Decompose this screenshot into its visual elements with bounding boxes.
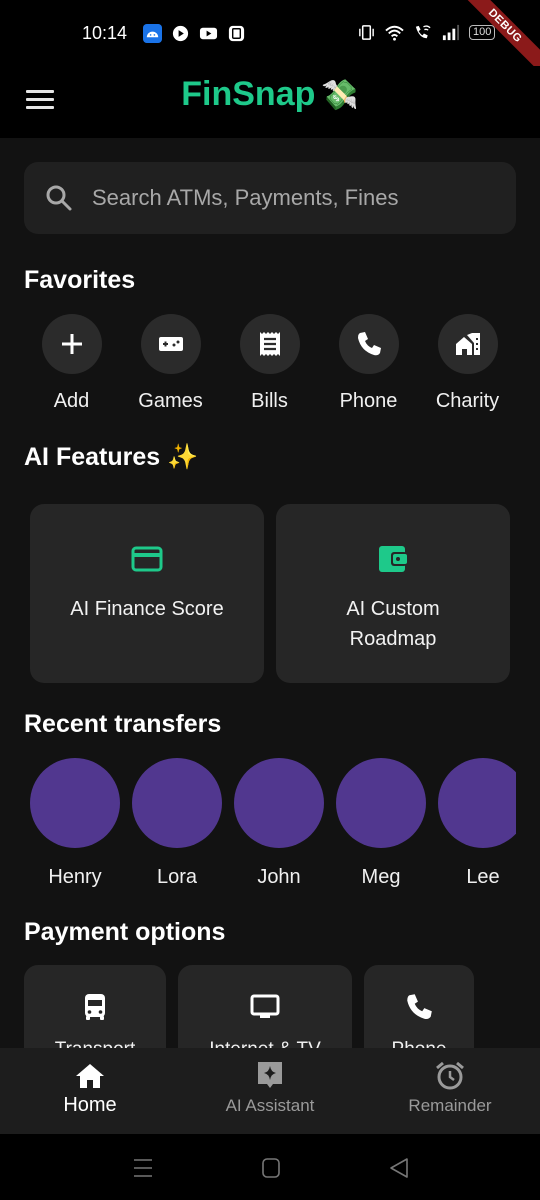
avatar[interactable] xyxy=(438,758,516,848)
payment-option-phone[interactable]: Phone xyxy=(364,965,474,1048)
recent-transfers-list[interactable]: Henry Lora John Meg Lee xyxy=(30,758,516,889)
payment-option-label: Internet & TV xyxy=(209,1039,321,1048)
phone-icon xyxy=(357,332,381,356)
payment-option-transport[interactable]: Transport xyxy=(24,965,166,1048)
notification-icons xyxy=(143,24,246,43)
avatar[interactable] xyxy=(336,758,426,848)
favorite-bills[interactable]: Bills xyxy=(220,314,319,413)
home-button-icon[interactable] xyxy=(259,1156,283,1180)
app-title: FinSnap 💸 xyxy=(0,75,540,114)
favorite-phone[interactable]: Phone xyxy=(319,314,418,413)
plus-icon xyxy=(61,334,82,354)
house-icon xyxy=(455,333,480,355)
favorite-circle[interactable] xyxy=(140,314,201,374)
nav-ai-assistant[interactable]: AI Assistant xyxy=(180,1048,360,1134)
receipt-icon xyxy=(259,332,280,356)
gamepad-icon xyxy=(158,337,183,351)
app-title-text: FinSnap xyxy=(181,75,316,113)
ai-finance-score-card[interactable]: AI Finance Score xyxy=(30,504,264,683)
wifi-icon xyxy=(385,25,404,41)
payment-option-label: Phone xyxy=(392,1039,447,1048)
favorite-label: Games xyxy=(138,390,203,412)
transfer-contact[interactable]: Meg xyxy=(336,758,426,889)
favorites-list: Add Games Bills Phone Charity xyxy=(22,314,522,413)
android-icon xyxy=(143,24,162,43)
transfer-contact[interactable]: Henry xyxy=(30,758,120,889)
ai-card-label: AI Finance Score xyxy=(70,598,224,620)
nav-label: AI Assistant xyxy=(225,1096,315,1115)
wifi-calling-icon xyxy=(415,25,431,39)
contact-name: John xyxy=(257,866,301,888)
contact-name: Lora xyxy=(156,866,198,888)
favorite-label: Bills xyxy=(251,390,288,412)
transfer-contact[interactable]: Lee xyxy=(438,758,516,889)
ai-assistant-icon xyxy=(258,1062,282,1088)
phone-icon xyxy=(407,994,432,1019)
transfer-contact[interactable]: John xyxy=(234,758,324,889)
favorite-add[interactable]: Add xyxy=(22,314,121,413)
favorite-charity[interactable]: Charity xyxy=(418,314,517,413)
tv-icon xyxy=(250,994,280,1018)
favorite-label: Add xyxy=(53,390,90,412)
favorite-circle[interactable] xyxy=(239,314,300,374)
home-icon xyxy=(76,1064,104,1088)
wallet-icon xyxy=(379,546,407,572)
payment-options-list[interactable]: Transport Internet & TV Phone xyxy=(24,965,474,1048)
credit-card-icon xyxy=(131,546,163,572)
payment-options-title: Payment options xyxy=(24,918,226,946)
favorites-title: Favorites xyxy=(24,266,136,294)
system-status-icons: 100 xyxy=(357,23,496,42)
bottom-navigation: Home AI Assistant Remainder xyxy=(0,1048,540,1134)
avatar[interactable] xyxy=(132,758,222,848)
system-navigation-bar xyxy=(0,1134,540,1200)
payment-option-internet-tv[interactable]: Internet & TV xyxy=(178,965,352,1048)
favorite-games[interactable]: Games xyxy=(121,314,220,413)
nav-remainder[interactable]: Remainder xyxy=(360,1048,540,1134)
payment-option-label: Transport xyxy=(55,1039,136,1048)
recents-icon[interactable] xyxy=(131,1156,155,1180)
status-time: 10:14 xyxy=(82,23,128,43)
contact-name: Meg xyxy=(361,866,401,888)
favorite-circle[interactable] xyxy=(41,314,102,374)
bus-icon xyxy=(85,994,105,1020)
battery-indicator: 100 xyxy=(469,25,496,40)
nav-label: Home xyxy=(63,1094,117,1116)
contact-name: Lee xyxy=(466,866,500,888)
avatar[interactable] xyxy=(234,758,324,848)
ai-feature-cards: AI Finance Score AI Custom Roadmap xyxy=(30,504,510,683)
alarm-icon xyxy=(436,1061,464,1090)
transfer-contact[interactable]: Lora xyxy=(132,758,222,889)
ai-features-title: AI Features ✨ xyxy=(24,443,199,471)
favorite-label: Phone xyxy=(339,390,398,412)
favorite-circle[interactable] xyxy=(338,314,399,374)
ai-custom-roadmap-card[interactable]: AI Custom Roadmap xyxy=(276,504,510,683)
nav-home[interactable]: Home xyxy=(0,1048,180,1134)
play-icon xyxy=(172,25,189,42)
vibrate-icon xyxy=(359,25,374,40)
youtube-icon xyxy=(199,27,218,40)
status-bar: 10:14 100 DEBUG xyxy=(0,0,540,78)
signal-icon xyxy=(442,24,460,41)
search-icon xyxy=(46,185,72,211)
app-bar: FinSnap 💸 xyxy=(0,66,540,138)
search-input[interactable] xyxy=(92,185,492,211)
favorite-circle[interactable] xyxy=(437,314,498,374)
contact-name: Henry xyxy=(48,866,102,888)
recent-transfers-title: Recent transfers xyxy=(24,710,222,738)
screenshot-icon xyxy=(228,25,245,42)
home-content[interactable]: Favorites Add Games Bills Phone xyxy=(0,138,540,1048)
avatar[interactable] xyxy=(30,758,120,848)
favorite-label: Charity xyxy=(435,390,500,412)
nav-label: Remainder xyxy=(408,1096,492,1115)
back-icon[interactable] xyxy=(387,1156,411,1180)
search-bar[interactable] xyxy=(24,162,516,234)
money-wings-icon: 💸 xyxy=(321,79,359,112)
ai-card-label: AI Custom Roadmap xyxy=(346,598,440,650)
